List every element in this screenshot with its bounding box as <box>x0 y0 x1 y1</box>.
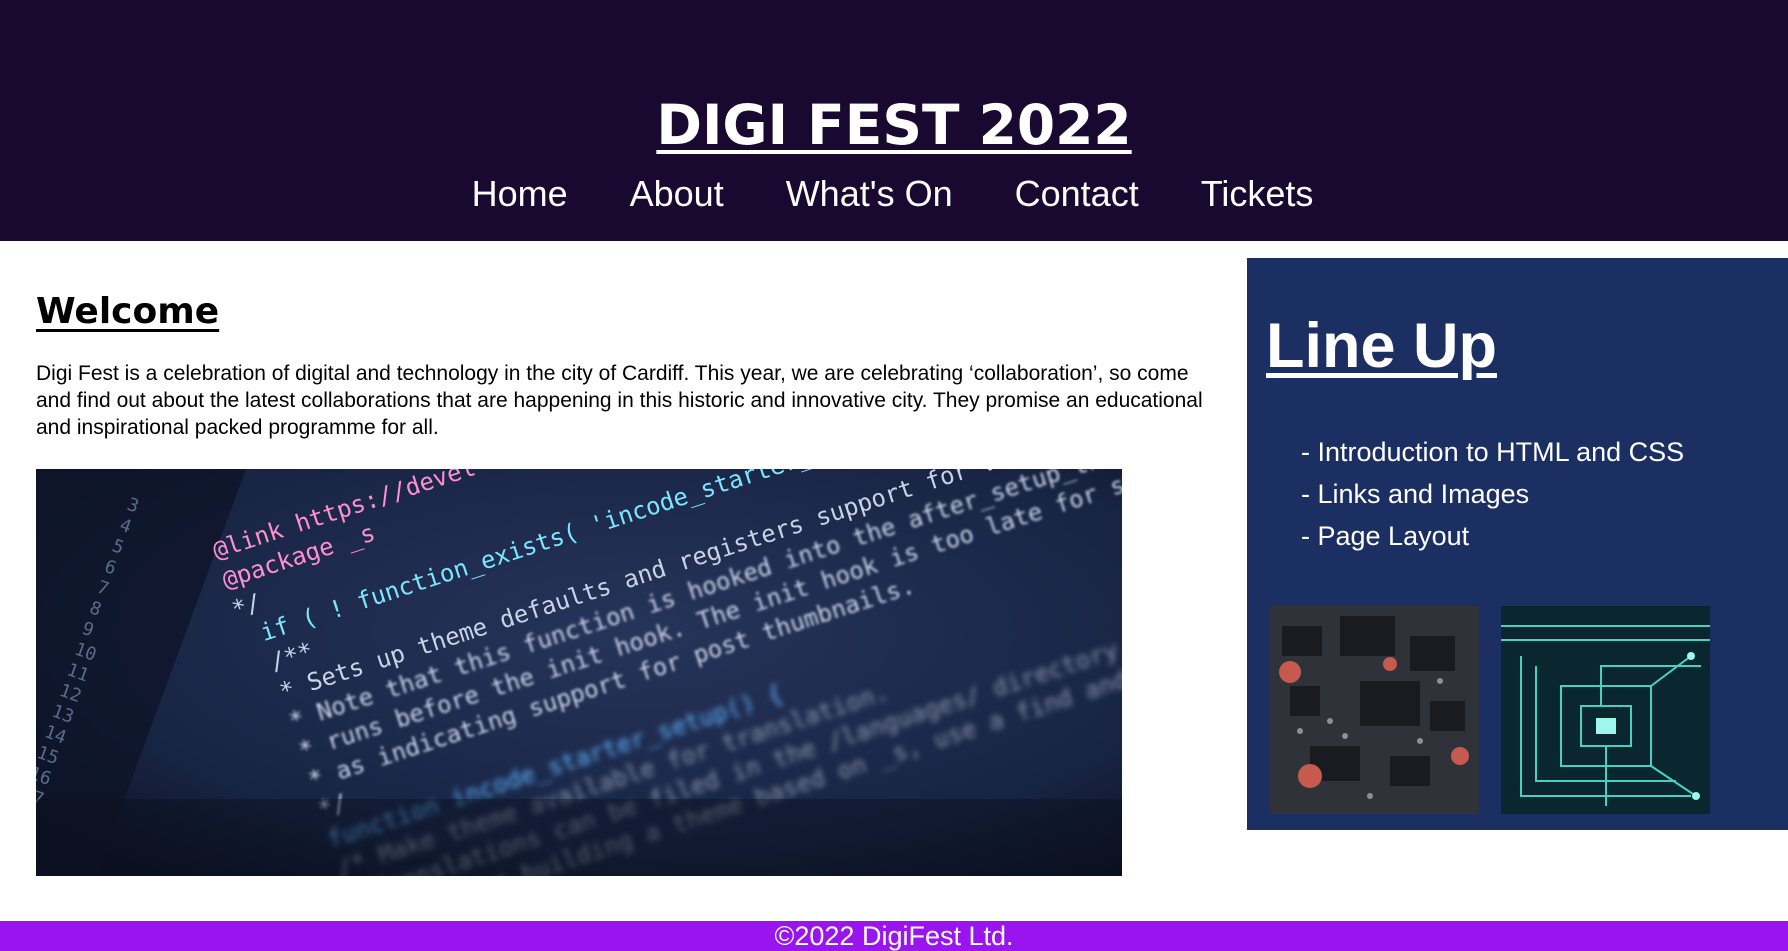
welcome-heading: Welcome <box>36 291 220 332</box>
main-nav: Home About What's On Contact Tickets <box>0 168 1788 220</box>
site-title: DIGI FEST 2022 <box>656 93 1132 157</box>
site-footer: ©2022 DigiFest Ltd. <box>0 921 1788 951</box>
circuit-board-image <box>1270 606 1479 814</box>
code-image-svg: @link https://devel@package _s*/if ( ! f… <box>36 469 1122 876</box>
lineup-sidebar: Line Up - Introduction to HTML and CSS -… <box>1247 258 1788 830</box>
circuit-board-svg <box>1270 606 1479 814</box>
main-content: Welcome Digi Fest is a celebration of di… <box>36 291 1226 440</box>
site-header: DIGI FEST 2022 Home About What's On Cont… <box>0 0 1788 241</box>
lineup-item: - Introduction to HTML and CSS <box>1301 437 1685 467</box>
lineup-heading: Line Up <box>1266 311 1497 381</box>
nav-tickets-link[interactable]: Tickets <box>1201 168 1314 220</box>
nav-home-link[interactable]: Home <box>472 168 568 220</box>
circuit-traces-image <box>1501 606 1710 814</box>
welcome-paragraph: Digi Fest is a celebration of digital an… <box>36 362 1203 439</box>
circuit-traces-svg <box>1501 606 1710 814</box>
lineup-item: - Links and Images <box>1301 479 1530 509</box>
copyright-text: ©2022 DigiFest Ltd. <box>774 921 1014 951</box>
lineup-item: - Page Layout <box>1301 521 1470 551</box>
code-screenshot-image: @link https://devel@package _s*/if ( ! f… <box>36 469 1122 876</box>
nav-about-link[interactable]: About <box>630 168 724 220</box>
lineup-list: - Introduction to HTML and CSS - Links a… <box>1301 431 1684 557</box>
nav-whats-on-link[interactable]: What's On <box>786 168 953 220</box>
nav-contact-link[interactable]: Contact <box>1015 168 1139 220</box>
